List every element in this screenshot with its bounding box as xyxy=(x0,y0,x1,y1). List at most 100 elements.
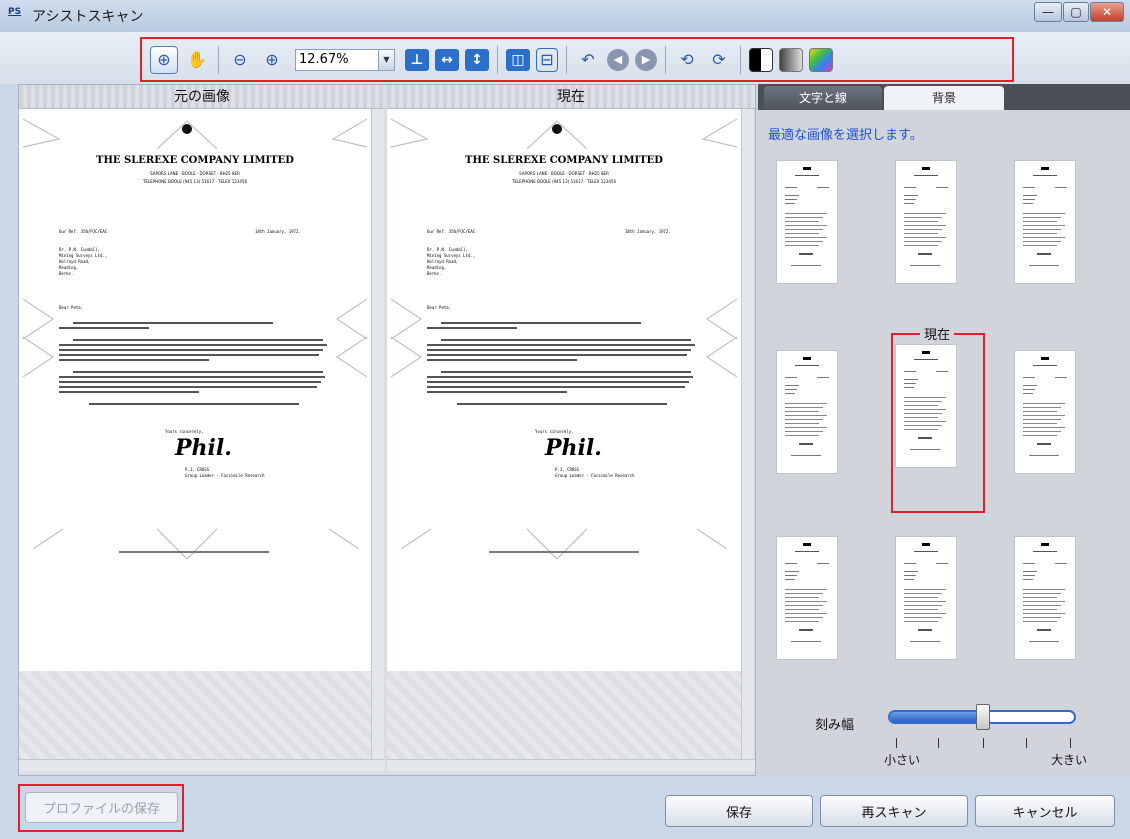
chevron-down-icon[interactable]: ▼ xyxy=(379,48,395,71)
split-horizontal-icon[interactable]: ⊟ xyxy=(536,47,558,72)
thumbnail-preview xyxy=(904,167,948,266)
settings-panel: 文字と線 背景 最適な画像を選択します。 現在 刻み幅 小さい 大きい xyxy=(758,84,1130,776)
letter-signer: P.J. CROSS Group Leader - Facsimile Resea… xyxy=(185,467,265,478)
next-icon[interactable]: ▶ xyxy=(635,48,657,71)
thumbnail-preview xyxy=(785,167,829,266)
toolbar-separator xyxy=(740,45,741,74)
thumbnail-preview xyxy=(785,357,829,456)
slider-small-label: 小さい xyxy=(884,753,921,767)
thumbnail-option[interactable] xyxy=(1014,160,1076,284)
original-vertical-scrollbar[interactable] xyxy=(371,109,384,759)
slider-tick xyxy=(896,738,897,748)
engrave-step-slider-thumb[interactable] xyxy=(976,704,990,730)
redo-icon[interactable]: ⟳ xyxy=(706,47,732,73)
page-margin-area xyxy=(387,671,741,761)
rescan-button[interactable]: 再スキャン xyxy=(820,795,968,827)
letter-salutation: Dear Pete, xyxy=(59,305,84,310)
maximize-button[interactable]: ▢ xyxy=(1063,2,1089,22)
thumbnail-option[interactable] xyxy=(895,536,957,660)
letter-closing: Yours sincerely, xyxy=(535,429,574,434)
slider-large-label: 大きい xyxy=(1051,753,1088,767)
current-header: 現在 xyxy=(387,85,755,109)
save-profile-button[interactable]: プロファイルの保存 xyxy=(25,792,178,823)
slider-tick xyxy=(983,738,984,748)
thumbnail-preview xyxy=(1023,167,1067,266)
fit-page-icon[interactable]: ⊥ xyxy=(405,48,429,71)
letter-address-1: SAPORS LANE · BOOLE · DORSET · BH25 8ER xyxy=(150,171,240,176)
engrave-step-label: 刻み幅 xyxy=(815,718,855,733)
toolbar-separator xyxy=(566,45,567,74)
slider-tick xyxy=(938,738,939,748)
engrave-step-slider-fill xyxy=(890,712,982,722)
letter-recipient: Dr. P.N. Cundall, Mining Surveys Ltd., Hol… xyxy=(427,247,476,276)
tab-text-and-lines[interactable]: 文字と線 xyxy=(764,86,882,110)
letter-salutation: Dear Pete, xyxy=(427,305,452,310)
previous-icon[interactable]: ◀ xyxy=(607,48,629,71)
fit-width-icon[interactable]: ↔ xyxy=(435,48,459,71)
thumbnail-option[interactable] xyxy=(776,350,838,474)
letter-date: 18th January, 1972. xyxy=(625,229,671,234)
zoom-input[interactable] xyxy=(295,48,379,71)
color-mode-icon[interactable] xyxy=(809,47,833,72)
letter-company: THE SLEREXE COMPANY LIMITED xyxy=(96,155,294,166)
toolbar-separator xyxy=(497,45,498,74)
thumbnail-option[interactable] xyxy=(1014,536,1076,660)
hand-tool-icon[interactable]: ✋ xyxy=(184,47,210,73)
letter-ref: Our Ref. 350/PJC/EAC xyxy=(427,229,476,234)
thumbnail-option[interactable] xyxy=(895,160,957,284)
current-horizontal-scrollbar[interactable] xyxy=(387,759,755,772)
minimize-button[interactable]: — xyxy=(1034,2,1062,22)
black-white-mode-icon[interactable] xyxy=(749,47,773,72)
cancel-button[interactable]: キャンセル xyxy=(975,795,1115,827)
page-margin-area xyxy=(19,671,371,761)
select-tool-icon[interactable]: ⊕ xyxy=(150,45,178,74)
letter-signature: Phil. xyxy=(175,435,232,461)
current-selection-frame xyxy=(891,333,985,513)
letter-company: THE SLEREXE COMPANY LIMITED xyxy=(465,155,663,166)
zoom-out-icon[interactable]: ⊖ xyxy=(227,47,253,73)
thumbnail-option[interactable] xyxy=(776,160,838,284)
toolbar-separator xyxy=(665,45,666,74)
letter-address-2: TELEPHONE BOOLE (945 13) 51617 · TELEX 1… xyxy=(511,179,617,184)
original-header: 元の画像 xyxy=(19,85,385,109)
preview-panel: 元の画像 現在 THE SLEREXE COMPANY LIMITED SAPO… xyxy=(18,84,756,776)
split-vertical-icon[interactable]: ◫ xyxy=(506,48,530,71)
fit-height-icon[interactable]: ↕ xyxy=(465,48,489,71)
zoom-in-icon[interactable]: ⊕ xyxy=(259,47,285,73)
app-icon: PS xyxy=(8,7,22,17)
letter-date: 18th January, 1972. xyxy=(255,229,301,234)
letter-body xyxy=(59,319,331,405)
letter-signer: P.J. CROSS Group Leader - Facsimile Resea… xyxy=(555,467,635,478)
letter-footer xyxy=(119,551,269,553)
original-image-pane[interactable]: THE SLEREXE COMPANY LIMITED SAPORS LANE … xyxy=(19,109,371,761)
zoom-select[interactable]: ▼ xyxy=(295,48,395,71)
toolbar-separator xyxy=(218,45,219,74)
save-button[interactable]: 保存 xyxy=(665,795,813,827)
letter-body xyxy=(427,319,699,405)
grayscale-mode-icon[interactable] xyxy=(779,47,803,72)
slider-tick xyxy=(1070,738,1071,748)
slider-tick xyxy=(1026,738,1027,748)
title-bar xyxy=(0,0,1130,32)
letter-recipient: Dr. P.N. Cundall, Mining Surveys Ltd., Hol… xyxy=(59,247,108,276)
thumbnail-option[interactable] xyxy=(776,536,838,660)
thumbnail-preview xyxy=(785,543,829,642)
choose-best-image-label: 最適な画像を選択します。 xyxy=(768,128,923,143)
current-vertical-scrollbar[interactable] xyxy=(741,109,754,759)
original-horizontal-scrollbar[interactable] xyxy=(19,759,385,772)
current-image-pane[interactable]: THE SLEREXE COMPANY LIMITED SAPORS LANE … xyxy=(387,109,741,761)
thumbnail-preview xyxy=(1023,357,1067,456)
letter-closing: Yours sincerely, xyxy=(165,429,204,434)
letter-footer xyxy=(489,551,639,553)
letter-ref: Our Ref. 350/PJC/EAC xyxy=(59,229,108,234)
close-button[interactable]: ✕ xyxy=(1090,2,1124,22)
rotate-icon[interactable]: ↶ xyxy=(575,47,601,73)
thumbnail-option[interactable] xyxy=(1014,350,1076,474)
letter-signature: Phil. xyxy=(545,435,602,461)
current-selection-label: 現在 xyxy=(920,324,955,343)
undo-icon[interactable]: ⟲ xyxy=(674,47,700,73)
thumbnail-preview xyxy=(1023,543,1067,642)
letter-address-2: TELEPHONE BOOLE (945 13) 51617 · TELEX 1… xyxy=(142,179,248,184)
letter-address-1: SAPORS LANE · BOOLE · DORSET · BH25 8ER xyxy=(519,171,609,176)
tab-background[interactable]: 背景 xyxy=(884,86,1004,110)
